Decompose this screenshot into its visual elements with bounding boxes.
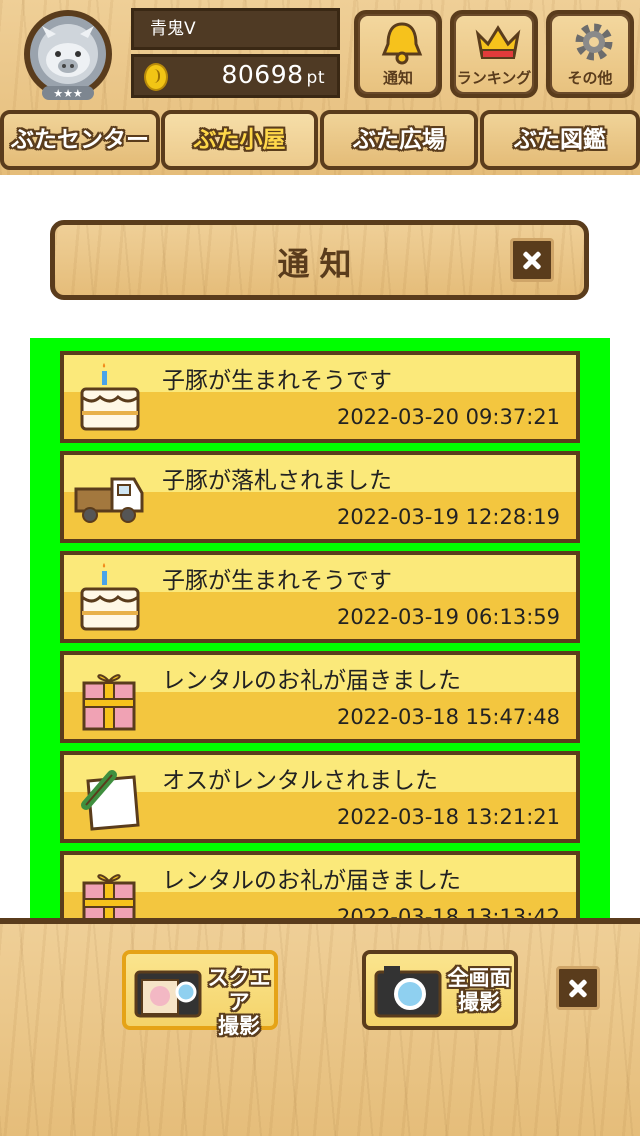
- item-message: 子豚が生まれそうです: [162, 568, 392, 594]
- tab-buta-koya[interactable]: ぶた小屋: [161, 110, 318, 170]
- item-message: 子豚が落札されました: [162, 468, 392, 494]
- list-item[interactable]: 子豚が生まれそうです 2022-03-19 06:13:59: [60, 551, 580, 643]
- close-camera-button[interactable]: [556, 966, 600, 1010]
- gift-icon: [82, 674, 136, 731]
- fullscreen-shot-button[interactable]: 全画面 撮影: [362, 950, 518, 1030]
- other-button-label: その他: [567, 69, 613, 87]
- user-name: 青鬼V: [131, 8, 340, 50]
- ranking-button-label: ランキング: [456, 69, 532, 87]
- fullscreen-shot-label: 全画面 撮影: [447, 966, 511, 1014]
- footer-bar: スクエア 撮影 全画面 撮影: [0, 918, 640, 1136]
- item-message: オスがレンタルされました: [162, 768, 438, 794]
- notification-button[interactable]: 通知: [354, 10, 442, 98]
- list-item[interactable]: レンタルのお礼が届きました 2022-03-18 15:47:48: [60, 651, 580, 743]
- item-message: レンタルのお礼が届きました: [162, 868, 461, 894]
- square-shot-button[interactable]: スクエア 撮影: [122, 950, 278, 1038]
- cake-icon: [80, 363, 140, 431]
- truck-icon: [74, 477, 144, 523]
- main-tabs: ぶたセンター ぶた小屋 ぶた広場 ぶた図鑑: [0, 110, 640, 172]
- item-message: レンタルのお礼が届きました: [162, 668, 461, 694]
- gear-icon: [575, 23, 613, 61]
- notification-list: 子豚が生まれそうです 2022-03-20 09:37:21 子豚が落札されまし…: [60, 351, 580, 936]
- coin-icon: [144, 63, 168, 91]
- camera-icon: [374, 966, 442, 1018]
- panel-title: 通知: [277, 245, 362, 283]
- item-date: 2022-03-19 12:28:19: [336, 505, 560, 529]
- square-shot-label: スクエア 撮影: [207, 966, 271, 1038]
- item-message: 子豚が生まれそうです: [162, 368, 392, 394]
- camera-pig-icon: [134, 970, 202, 1018]
- pencil-paper-icon: [81, 770, 140, 831]
- tab-buta-hiroba[interactable]: ぶた広場: [320, 110, 478, 170]
- list-item[interactable]: 子豚が落札されました 2022-03-19 12:28:19: [60, 451, 580, 543]
- list-item[interactable]: オスがレンタルされました 2022-03-18 13:21:21: [60, 751, 580, 843]
- header-bar: ★★★ 青鬼V 80698 pt 通知 ランキング その他 ぶたセンター ぶた小…: [0, 0, 640, 175]
- ranking-button[interactable]: ランキング: [450, 10, 538, 98]
- item-date: 2022-03-18 15:47:48: [336, 705, 560, 729]
- notification-list-area[interactable]: 子豚が生まれそうです 2022-03-20 09:37:21 子豚が落札されまし…: [30, 338, 610, 936]
- crown-icon: [475, 25, 521, 59]
- item-date: 2022-03-18 13:21:21: [336, 805, 560, 829]
- notification-button-label: 通知: [382, 69, 413, 87]
- points-display: 80698 pt: [131, 54, 340, 98]
- item-date: 2022-03-20 09:37:21: [336, 405, 560, 429]
- item-date: 2022-03-19 06:13:59: [336, 605, 560, 629]
- tab-buta-center[interactable]: ぶたセンター: [0, 110, 160, 170]
- tab-buta-zukan[interactable]: ぶた図鑑: [480, 110, 640, 170]
- points-unit: pt: [306, 68, 325, 88]
- points-value: 80698: [221, 60, 304, 89]
- list-item[interactable]: 子豚が生まれそうです 2022-03-20 09:37:21: [60, 351, 580, 443]
- other-button[interactable]: その他: [546, 10, 634, 98]
- player-avatar[interactable]: ★★★: [14, 8, 122, 104]
- bell-icon: [381, 22, 423, 65]
- svg-text:★★★: ★★★: [53, 87, 83, 100]
- notification-title-panel: 通知: [50, 220, 589, 300]
- close-panel-button[interactable]: [510, 238, 554, 282]
- cake-icon: [80, 563, 140, 631]
